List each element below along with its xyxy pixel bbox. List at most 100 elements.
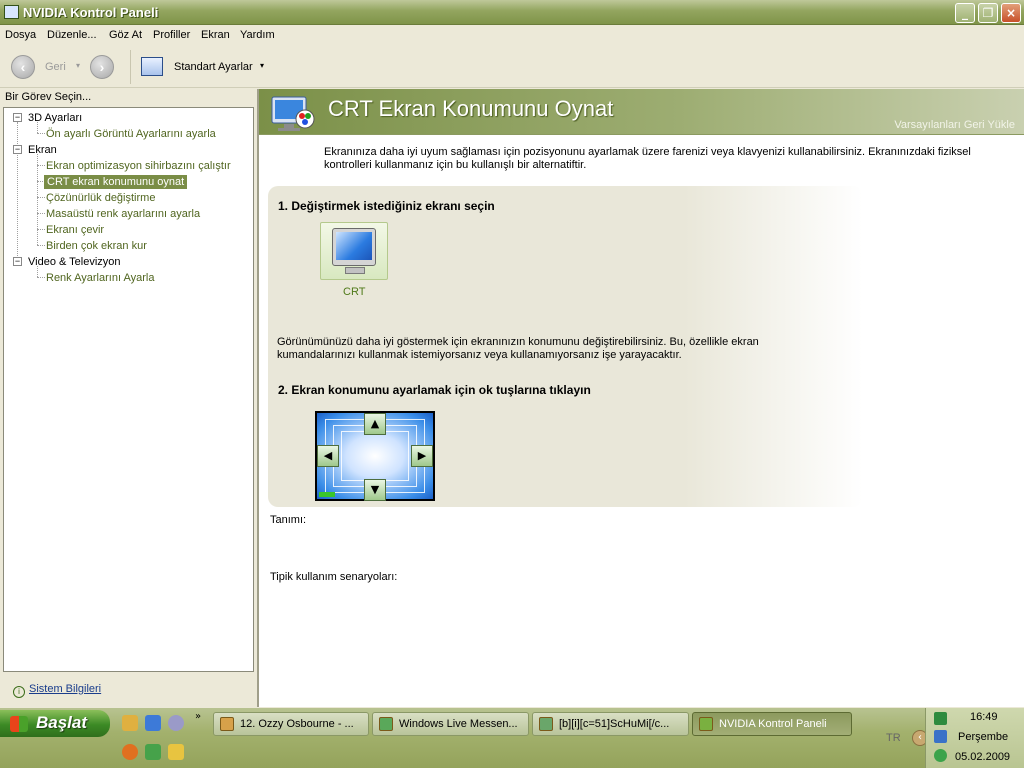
tree-category-video[interactable]: Video & Televizyon	[28, 255, 121, 269]
collapse-video-icon[interactable]: −	[13, 257, 22, 266]
tree-category-3d[interactable]: 3D Ayarları	[28, 111, 82, 125]
tree-item-rotate-display[interactable]: Ekranı çevir	[46, 223, 104, 237]
menu-duzenle[interactable]: Düzenle...	[47, 29, 97, 41]
menu-goz-at[interactable]: Göz At	[109, 29, 142, 41]
system-info: i Sistem Bilgileri	[13, 683, 101, 698]
clock-date: 05.02.2009	[955, 751, 1011, 763]
content-pane: CRT Ekran Konumunu Oynat Varsayılanları …	[257, 89, 1024, 707]
tree-item-multiple-displays[interactable]: Birden çok ekran kur	[46, 239, 147, 253]
quicklaunch-folder-icon[interactable]	[168, 744, 184, 760]
tree-item-desktop-color[interactable]: Masaüstü renk ayarlarını ayarla	[46, 207, 200, 221]
tray-network-icon[interactable]	[934, 730, 947, 743]
arrow-up-button[interactable]: ▲	[364, 413, 386, 435]
crt-display-selector[interactable]	[320, 222, 388, 280]
task-winamp[interactable]: 12. Ozzy Osbourne - ...	[213, 712, 369, 736]
toolbar-divider	[130, 50, 131, 84]
nvidia-icon	[699, 717, 713, 731]
restore-defaults-link[interactable]: Varsayılanları Geri Yükle	[894, 119, 1015, 131]
quicklaunch-media-icon[interactable]	[168, 715, 184, 731]
back-dropdown-icon[interactable]: ▾	[76, 61, 80, 70]
tree-connector	[37, 165, 45, 166]
language-indicator[interactable]: TR	[886, 732, 901, 744]
menu-dosya[interactable]: Dosya	[5, 29, 36, 41]
task-chat[interactable]: [b][i][c=51]ScHuMi[/c...	[532, 712, 689, 736]
tree-connector	[37, 133, 45, 134]
task-label: 12. Ozzy Osbourne - ...	[240, 718, 354, 730]
task-tree[interactable]: − 3D Ayarları Ön ayarlı Görüntü Ayarları…	[3, 107, 254, 672]
standard-settings-button[interactable]: Standart Ayarlar	[174, 61, 253, 73]
minimize-button[interactable]: _	[955, 3, 975, 23]
monitor-stand	[345, 267, 365, 274]
quicklaunch-more-icon[interactable]: »	[195, 711, 201, 722]
tree-item-display-wizard[interactable]: Ekran optimizasyon sihirbazını çalıştır	[46, 159, 231, 173]
tree-connector	[37, 154, 38, 245]
quicklaunch-messenger-icon[interactable]	[145, 744, 161, 760]
system-info-link[interactable]: Sistem Bilgileri	[29, 683, 101, 695]
task-messenger[interactable]: Windows Live Messen...	[372, 712, 529, 736]
arrow-right-button[interactable]: ▶	[411, 445, 433, 467]
tree-item-preset-image-settings[interactable]: Ön ayarlı Görüntü Ayarlarını ayarla	[46, 127, 216, 141]
tree-item-crt-position[interactable]: CRT ekran konumunu oynat	[44, 175, 188, 189]
scenarios-label: Tipik kullanım senaryoları:	[270, 571, 398, 583]
menu-ekran[interactable]: Ekran	[201, 29, 230, 41]
tree-item-resolution[interactable]: Çözünürlük değiştirme	[46, 191, 155, 205]
menu-yardim[interactable]: Yardım	[240, 29, 275, 41]
arrow-left-button[interactable]: ◀	[317, 445, 339, 467]
system-tray: 16:49 Perşembe 05.02.2009	[925, 708, 1024, 768]
tree-connector	[37, 197, 45, 198]
quicklaunch-firefox-icon[interactable]	[122, 744, 138, 760]
winamp-icon	[220, 717, 234, 731]
info-icon: i	[13, 686, 25, 698]
tree-connector	[37, 245, 45, 246]
tree-connector	[37, 229, 45, 230]
step2-heading: 2. Ekran konumunu ayarlamak için ok tuşl…	[278, 383, 591, 397]
monitor-icon	[332, 228, 376, 266]
start-button[interactable]: Başlat	[0, 710, 110, 737]
task-label: [b][i][c=51]ScHuMi[/c...	[559, 718, 670, 730]
forward-arrow-icon[interactable]: ›	[90, 55, 114, 79]
page-banner: CRT Ekran Konumunu Oynat Varsayılanları …	[259, 89, 1024, 135]
tree-connector	[37, 213, 45, 214]
intro-text: Ekranınıza daha iyi uyum sağlaması için …	[324, 146, 971, 171]
crt-display-label[interactable]: CRT	[343, 286, 365, 298]
position-indicator	[319, 492, 335, 497]
tree-connector	[37, 277, 45, 278]
chevron-down-icon[interactable]: ▾	[260, 61, 264, 70]
collapse-3d-icon[interactable]: −	[13, 113, 22, 122]
collapse-ekran-icon[interactable]: −	[13, 145, 22, 154]
page-title: CRT Ekran Konumunu Oynat	[328, 96, 614, 121]
toolbar: ‹ Geri ▾ › Standart Ayarlar ▾	[0, 46, 1024, 88]
messenger-icon	[379, 717, 393, 731]
position-control-pad[interactable]: ▲ ◀ ▶ ▼	[315, 411, 435, 501]
back-arrow-icon[interactable]: ‹	[11, 55, 35, 79]
task-label: Windows Live Messen...	[399, 718, 518, 730]
window-title: NVIDIA Kontrol Paneli	[23, 5, 159, 20]
back-button-label[interactable]: Geri	[45, 61, 66, 73]
task-nvidia[interactable]: NVIDIA Kontrol Paneli	[692, 712, 852, 736]
nvidia-control-panel-window: NVIDIA Kontrol Paneli _ ❐ × Dosya Düzenl…	[0, 0, 1024, 708]
task-sidebar: Bir Görev Seçin... − 3D Ayarları Ön ayar…	[0, 89, 257, 707]
tray-utorrent-icon[interactable]	[934, 712, 947, 725]
title-bar[interactable]: NVIDIA Kontrol Paneli _ ❐ ×	[0, 0, 1024, 25]
close-button[interactable]: ×	[1001, 3, 1021, 23]
menu-profiller[interactable]: Profiller	[153, 29, 190, 41]
tree-category-ekran[interactable]: Ekran	[28, 143, 57, 157]
chat-icon	[539, 717, 553, 731]
clock-time[interactable]: 16:49	[970, 711, 998, 723]
windows-logo-icon	[10, 716, 28, 732]
maximize-button[interactable]: ❐	[978, 3, 998, 23]
task-label: NVIDIA Kontrol Paneli	[719, 718, 827, 730]
clock-day: Perşembe	[958, 731, 1009, 743]
menu-bar: Dosya Düzenle... Göz At Profiller Ekran …	[0, 26, 1024, 45]
task-list-header: Bir Görev Seçin...	[5, 91, 92, 103]
quicklaunch-ie-icon[interactable]	[145, 715, 161, 731]
quicklaunch-pencil-icon[interactable]	[122, 715, 138, 731]
view-grid-icon[interactable]	[141, 57, 163, 76]
taskbar: Başlat » 12. Ozzy Osbourne - ... Windows…	[0, 708, 1024, 768]
arrow-down-button[interactable]: ▼	[364, 479, 386, 501]
step-description: Görünümünüzü daha iyi göstermek için ekr…	[277, 336, 759, 361]
tree-item-color-settings[interactable]: Renk Ayarlarını Ayarla	[46, 271, 154, 285]
tree-connector	[17, 122, 18, 262]
settings-panel: 1. Değiştirmek istediğiniz ekranı seçin …	[268, 186, 863, 507]
tray-messenger-icon[interactable]	[934, 749, 947, 762]
